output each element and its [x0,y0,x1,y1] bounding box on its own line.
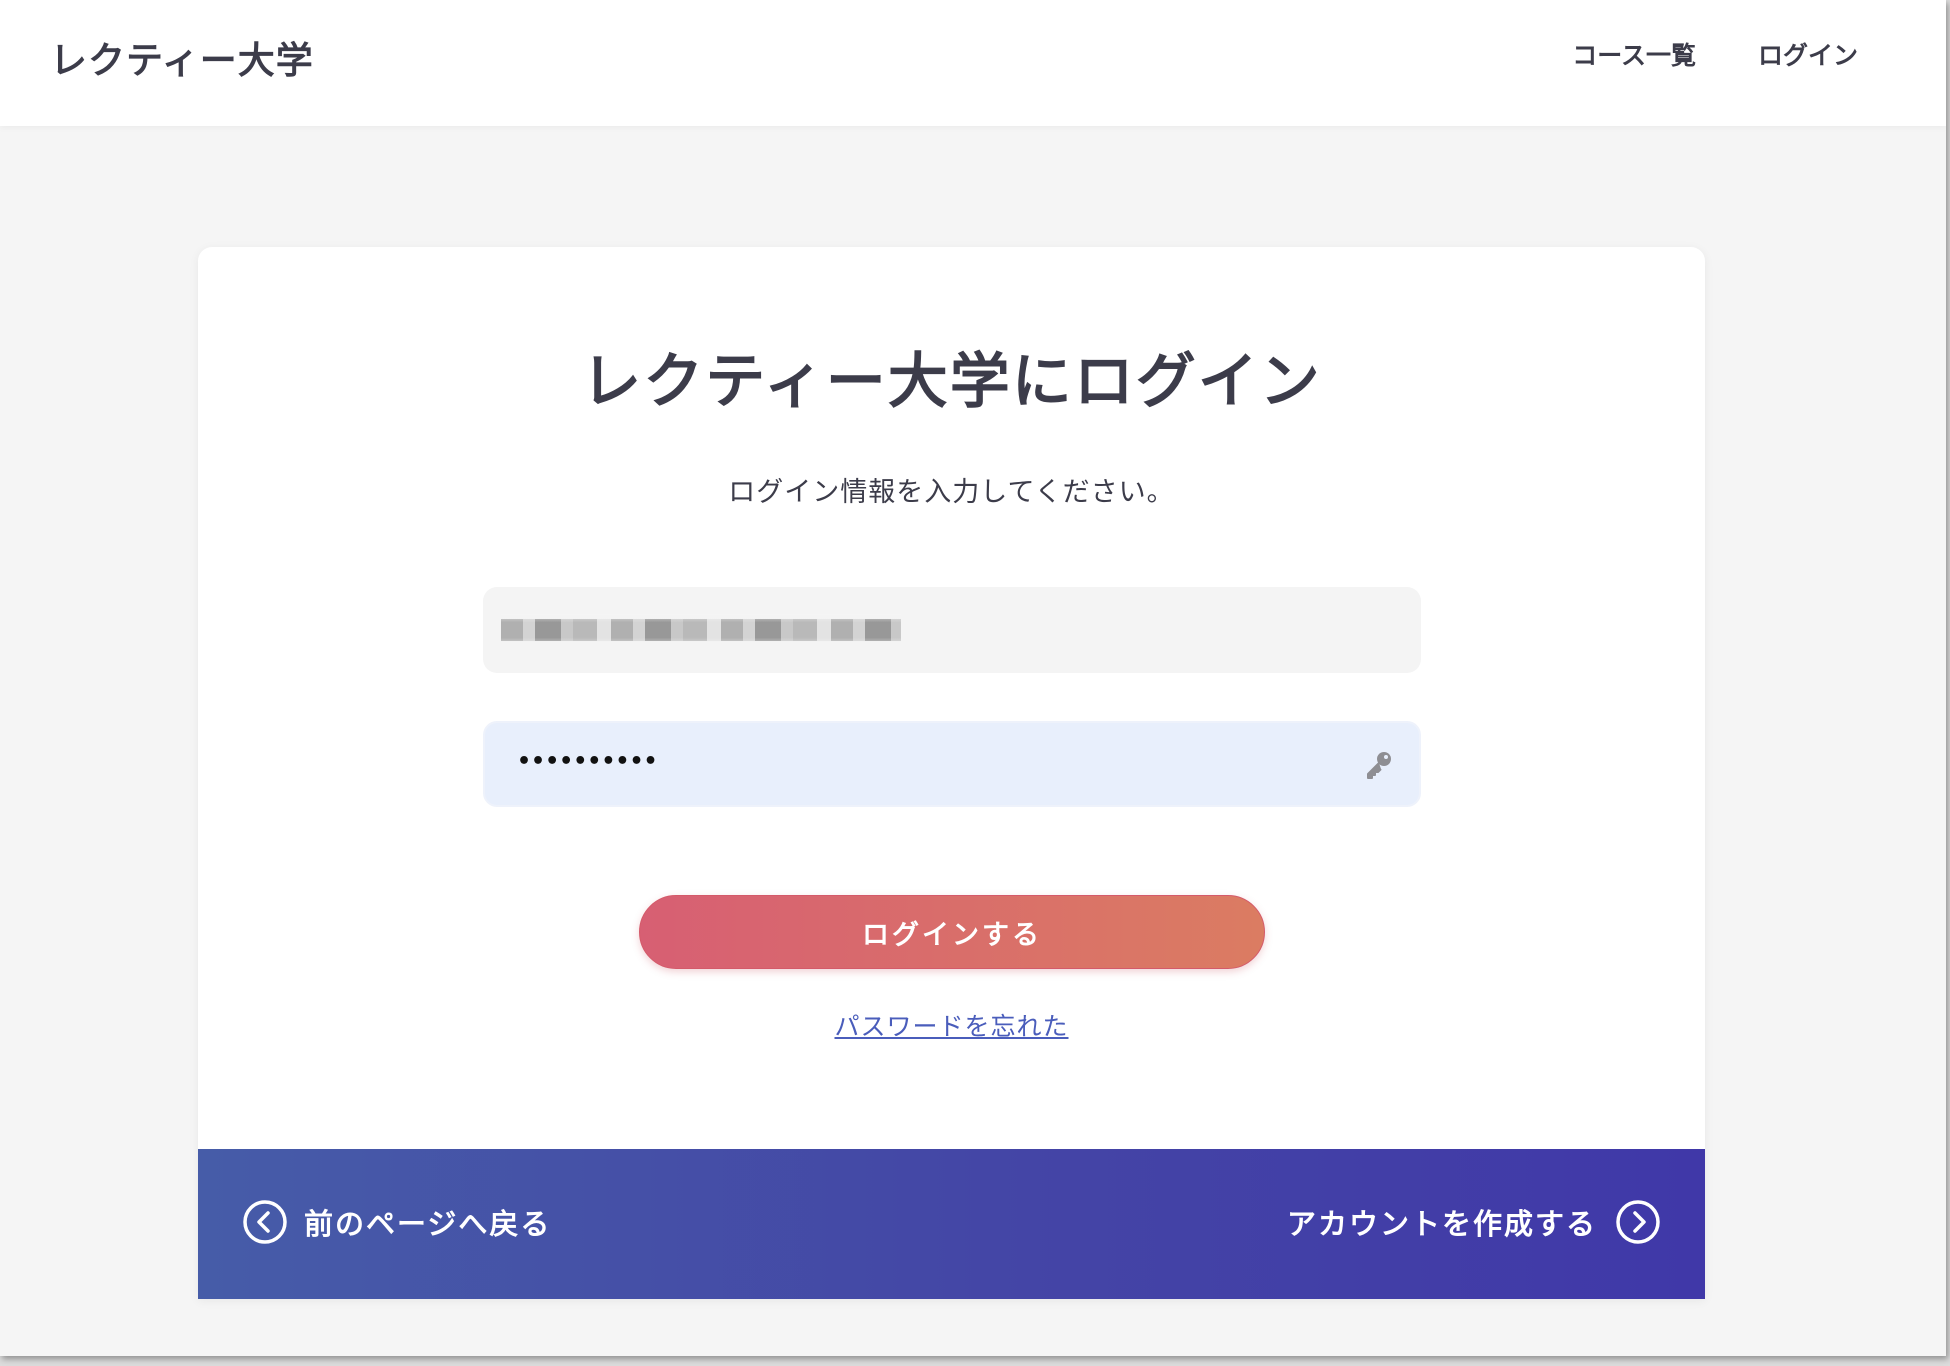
nav-course-list[interactable]: コース一覧 [1572,36,1696,72]
site-title[interactable]: レクティー大学 [50,30,314,84]
browser-viewport: レクティー大学 コース一覧 ログイン レクティー大学にログイン ログイン情報を入… [0,0,1946,1356]
header-nav: コース一覧 ログイン [1572,36,1858,72]
password-masked-value: •••••••••• [517,749,658,774]
email-value-pixelated [501,611,901,649]
create-account-link[interactable]: アカウントを作成する [1287,1199,1661,1245]
email-field[interactable] [483,587,1421,673]
forgot-password-link[interactable]: パスワードを忘れた [834,1012,1068,1041]
back-link[interactable]: 前のページへ戻る [242,1199,551,1245]
card-footer-bar: 前のページへ戻る アカウントを作成する [198,1149,1705,1299]
login-subtitle: ログイン情報を入力してください。 [728,477,1175,508]
login-title: レクティー大学にログイン [581,347,1322,417]
login-card: レクティー大学にログイン ログイン情報を入力してください。 ••••••••••… [198,247,1705,1299]
chevron-right-circle-icon [1616,1200,1660,1244]
chevron-left-circle-icon [243,1200,287,1244]
back-link-label: 前のページへ戻る [304,1207,552,1241]
nav-login[interactable]: ログイン [1758,36,1858,72]
password-field[interactable]: •••••••••• [483,721,1421,807]
create-account-label: アカウントを作成する [1286,1207,1597,1241]
forgot-password-row: パスワードを忘れた [198,1007,1705,1043]
site-header: レクティー大学 コース一覧 ログイン [0,0,1946,126]
key-icon[interactable] [1361,748,1395,782]
login-submit-button[interactable]: ログインする [639,895,1265,969]
